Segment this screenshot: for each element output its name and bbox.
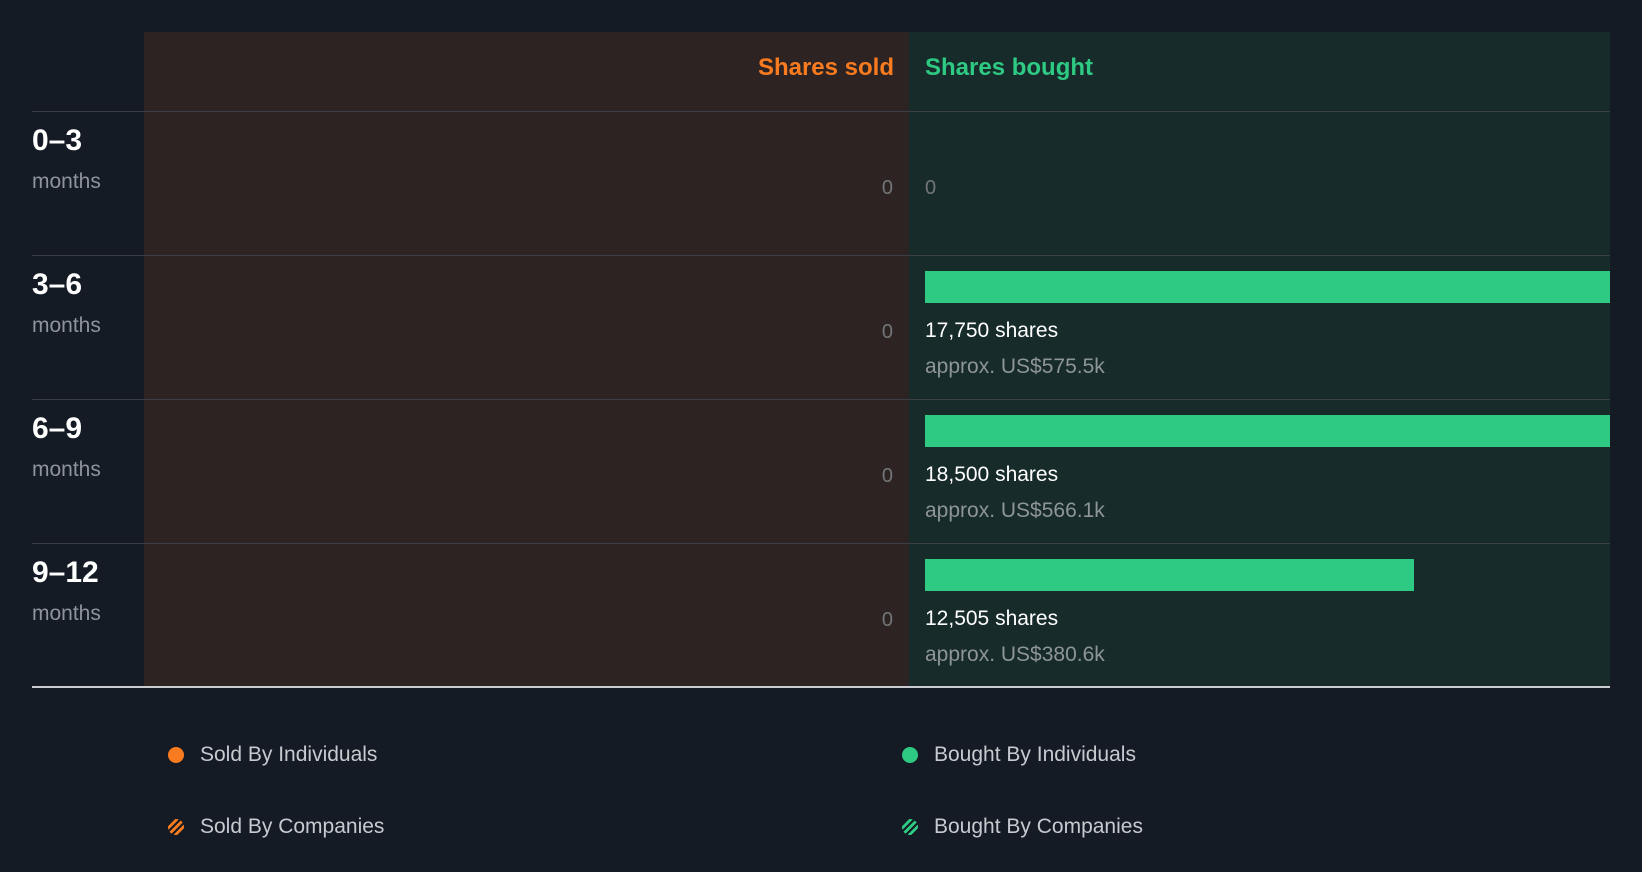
chart-row: 0–3 months 0 0 — [32, 111, 1610, 256]
orange-hatched-dot-icon — [168, 819, 184, 835]
shares-bought-header: Shares bought — [925, 54, 1094, 81]
legend-label: Sold By Companies — [200, 815, 385, 838]
period-label: 6–9 — [32, 412, 83, 445]
legend-item-bought-companies: Bought By Companies — [902, 815, 1143, 839]
bought-bar — [925, 271, 1610, 303]
period-unit: months — [32, 314, 101, 337]
sold-value-label: 0 — [881, 177, 893, 199]
period-label: 9–12 — [32, 556, 99, 589]
period-label: 3–6 — [32, 268, 83, 301]
period-unit: months — [32, 458, 101, 481]
period-unit: months — [32, 602, 101, 625]
bought-shares-label: 12,505 shares — [925, 607, 1059, 630]
bought-shares-label: 17,750 shares — [925, 319, 1059, 342]
legend-item-sold-companies: Sold By Companies — [168, 815, 384, 839]
insider-trading-chart: Shares sold Shares bought 0–3 months 0 0 3–6… — [32, 32, 1610, 688]
sold-value-label: 0 — [881, 465, 893, 487]
chart-row: 6–9 months 0 18,500 shares approx. US$566.1k — [32, 399, 1610, 544]
green-dot-icon — [902, 747, 918, 763]
period-unit: months — [32, 170, 101, 193]
bought-value-label: 0 — [925, 177, 937, 199]
bought-value-label: approx. US$566.1k — [925, 499, 1105, 522]
shares-sold-header: Shares sold — [757, 54, 894, 81]
sold-value-label: 0 — [881, 321, 893, 343]
chart-row: 9–12 months 0 12,505 shares approx. US$380.6… — [32, 543, 1610, 688]
green-hatched-dot-icon — [902, 819, 918, 835]
chart-baseline — [32, 686, 1610, 688]
bought-shares-label: 18,500 shares — [925, 463, 1059, 486]
legend-label: Bought By Companies — [934, 815, 1143, 838]
bought-bar — [925, 415, 1610, 447]
legend-label: Sold By Individuals — [200, 743, 378, 766]
sold-value-label: 0 — [881, 609, 893, 631]
legend-item-bought-individuals: Bought By Individuals — [902, 743, 1136, 767]
period-label: 0–3 — [32, 124, 83, 157]
chart-row: 3–6 months 0 17,750 shares approx. US$575.5k — [32, 255, 1610, 400]
bought-value-label: approx. US$380.6k — [925, 643, 1105, 666]
orange-dot-icon — [168, 747, 184, 763]
bought-value-label: approx. US$575.5k — [925, 355, 1105, 378]
legend-label: Bought By Individuals — [934, 743, 1136, 766]
bought-bar — [925, 559, 1414, 591]
legend-item-sold-individuals: Sold By Individuals — [168, 743, 377, 767]
